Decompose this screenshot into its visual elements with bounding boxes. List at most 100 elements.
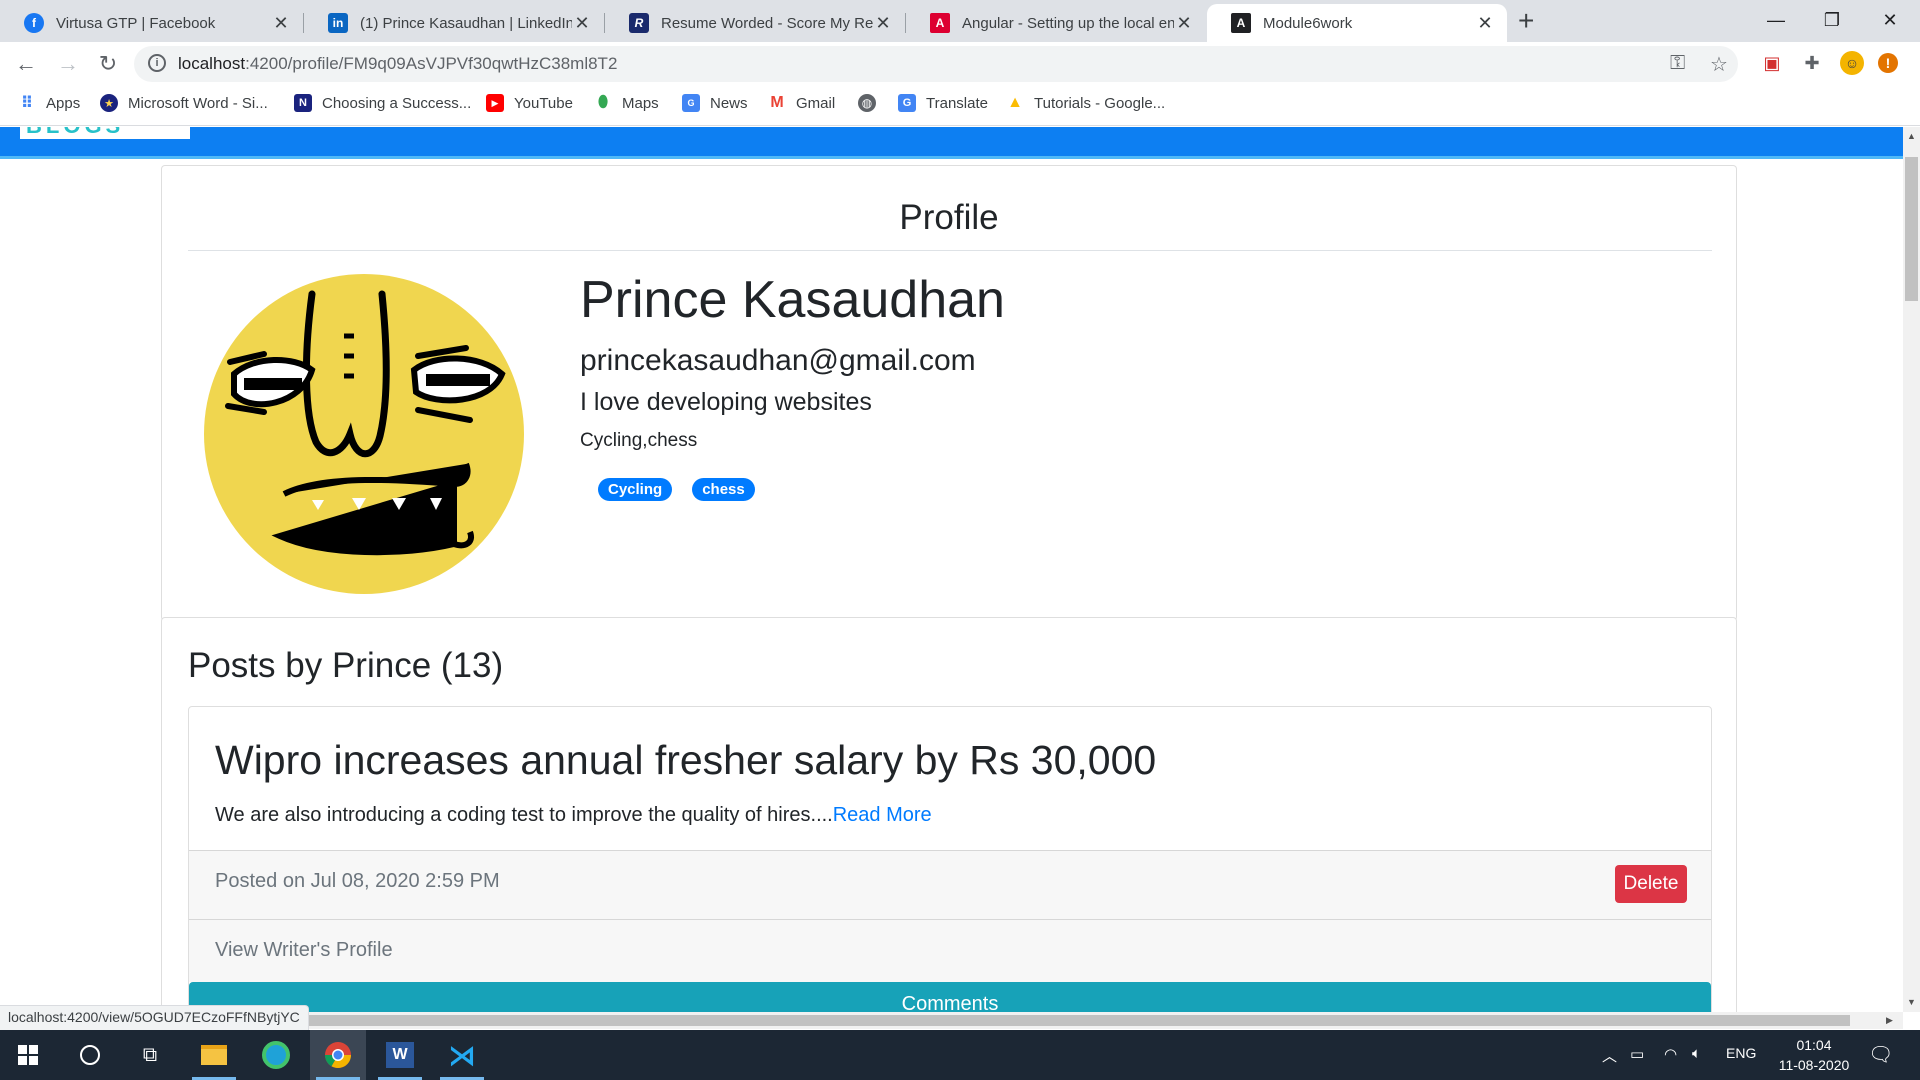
interest-tag: Cycling — [598, 478, 673, 501]
key-icon[interactable]: ⚿ — [1670, 52, 1685, 75]
pocket-extension-icon[interactable]: ▣ — [1760, 51, 1784, 75]
folder-icon — [201, 1045, 227, 1065]
task-view-button[interactable]: ⧉ — [122, 1030, 178, 1080]
site-info-icon[interactable]: i — [148, 54, 166, 72]
cortana-circle-icon — [80, 1045, 100, 1065]
maximize-button[interactable]: ❐ — [1802, 4, 1862, 36]
address-bar[interactable]: i localhost:4200/profile/FM9q09AsVJPVf30… — [134, 46, 1738, 82]
bookmark-choosing-success[interactable]: N Choosing a Success... — [294, 94, 471, 112]
battery-icon[interactable]: ▭ — [1630, 1045, 1644, 1063]
delete-button[interactable]: Delete — [1615, 865, 1687, 903]
posts-heading: Posts by Prince (13) — [188, 646, 504, 685]
angular-icon: A — [1231, 13, 1251, 33]
resume-worded-icon: R — [629, 13, 649, 33]
bookmark-gmail[interactable]: M Gmail — [768, 94, 835, 112]
tab-resume-worded[interactable]: R Resume Worded - Score My Resu ✕ — [605, 4, 905, 42]
language-indicator[interactable]: ENG — [1726, 1045, 1756, 1061]
tab-angular[interactable]: A Angular - Setting up the local en ✕ — [906, 4, 1206, 42]
new-tab-button[interactable]: + — [1518, 6, 1534, 36]
tab-title: (1) Prince Kasaudhan | LinkedIn — [360, 14, 572, 32]
vertical-scroll-thumb[interactable] — [1905, 157, 1918, 301]
post-card: Wipro increases annual fresher salary by… — [188, 706, 1712, 1012]
clock-date: 11-08-2020 — [1778, 1057, 1850, 1073]
notifications-icon[interactable]: 🗨︎ — [1868, 1042, 1893, 1067]
page-viewport: BLOGS Profile — [0, 127, 1903, 1012]
apps-grid-icon: ⠿ — [20, 95, 34, 112]
minimize-button[interactable]: — — [1746, 4, 1806, 36]
back-button[interactable]: ← — [12, 50, 40, 78]
bookmark-label: Choosing a Success... — [322, 94, 472, 112]
file-explorer-button[interactable] — [186, 1030, 242, 1080]
scroll-up-icon[interactable]: ▲ — [1907, 131, 1916, 141]
bookmark-label: Apps — [46, 94, 81, 112]
vscode-button[interactable]: ⋊ — [434, 1030, 490, 1080]
close-tab-icon[interactable]: ✕ — [1475, 13, 1495, 34]
bookmark-youtube[interactable]: ▶ YouTube — [486, 94, 573, 112]
post-excerpt: We are also introducing a coding test to… — [215, 804, 932, 827]
bookmark-site-icon: ★ — [100, 94, 118, 112]
tab-linkedin[interactable]: in (1) Prince Kasaudhan | LinkedIn ✕ — [304, 4, 604, 42]
view-writer-profile-link[interactable]: View Writer's Profile — [215, 939, 393, 962]
avatar — [204, 274, 524, 594]
edge-icon — [262, 1041, 290, 1069]
close-tab-icon[interactable]: ✕ — [271, 13, 291, 34]
writer-row: View Writer's Profile — [189, 920, 1711, 982]
update-alert-icon[interactable]: ! — [1878, 53, 1898, 73]
bookmark-star-icon[interactable]: ☆ — [1710, 52, 1728, 77]
post-excerpt-text: We are also introducing a coding test to… — [215, 804, 833, 826]
bookmark-tutorials[interactable]: ▲ Tutorials - Google... — [1006, 94, 1165, 112]
reload-button[interactable]: ↻ — [94, 50, 122, 78]
windows-logo-icon — [18, 1045, 38, 1065]
bookmark-microsoft-word[interactable]: ★ Microsoft Word - Si... — [100, 94, 268, 112]
profile-bio: I love developing websites — [580, 388, 872, 416]
forward-button[interactable]: → — [54, 50, 82, 78]
profile-name: Prince Kasaudhan — [580, 271, 1005, 329]
scroll-down-icon[interactable]: ▼ — [1907, 997, 1916, 1007]
show-hidden-icons-icon[interactable]: ︿ — [1602, 1045, 1617, 1066]
tab-module6work[interactable]: A Module6work ✕ — [1207, 4, 1507, 42]
close-tab-icon[interactable]: ✕ — [572, 13, 592, 34]
comments-button[interactable]: Comments — [189, 982, 1711, 1012]
bookmark-label: Tutorials - Google... — [1034, 94, 1166, 112]
profile-heading: Profile — [899, 198, 999, 237]
start-button[interactable] — [0, 1030, 56, 1080]
wifi-icon[interactable]: ◠ — [1664, 1045, 1677, 1063]
extensions-puzzle-icon[interactable]: ✚ — [1800, 51, 1824, 75]
app-logo[interactable]: BLOGS — [20, 127, 190, 139]
globe-icon: ◍ — [858, 94, 876, 112]
address-url[interactable]: localhost:4200/profile/FM9q09AsVJPVf30qw… — [178, 54, 617, 74]
chrome-button[interactable] — [310, 1030, 366, 1080]
word-button[interactable]: W — [372, 1030, 428, 1080]
system-clock[interactable]: 01:04 11-08-2020 — [1776, 1035, 1852, 1075]
read-more-link[interactable]: Read More — [833, 804, 932, 826]
bookmark-label: Maps — [622, 94, 659, 112]
profile-avatar-icon[interactable]: ☺ — [1840, 51, 1864, 75]
bookmark-maps[interactable]: ⬮ Maps — [594, 94, 659, 112]
bookmark-translate[interactable]: G Translate — [898, 94, 988, 112]
bookmark-globe[interactable]: ◍ — [858, 94, 886, 112]
clock-time: 01:04 — [1796, 1037, 1832, 1053]
vertical-scrollbar[interactable]: ▲ ▼ — [1903, 127, 1920, 1012]
scroll-right-icon[interactable]: ▶ — [1886, 1015, 1893, 1026]
gmail-icon: M — [770, 94, 784, 111]
volume-icon[interactable]: 🔈︎ — [1692, 1045, 1701, 1062]
browser-toolbar: ← → ↻ i localhost:4200/profile/FM9q09AsV… — [0, 42, 1920, 86]
linkedin-icon: in — [328, 13, 348, 33]
vscode-icon: ⋊ — [448, 1039, 476, 1071]
youtube-icon: ▶ — [486, 94, 504, 112]
interest-tags: Cycling chess — [598, 478, 755, 501]
bookmark-news[interactable]: G News — [682, 94, 748, 112]
google-drive-icon: ▲ — [1007, 94, 1023, 111]
close-tab-icon[interactable]: ✕ — [873, 13, 893, 34]
edge-button[interactable] — [248, 1030, 304, 1080]
search-button[interactable] — [62, 1030, 118, 1080]
tab-facebook[interactable]: f Virtusa GTP | Facebook ✕ — [0, 4, 303, 42]
interest-tag: chess — [692, 478, 755, 501]
status-bar-url: localhost:4200/view/5OGUD7ECzoFFfNBytjYC — [0, 1005, 309, 1031]
bookmark-apps[interactable]: ⠿ Apps — [18, 94, 81, 113]
close-tab-icon[interactable]: ✕ — [1174, 13, 1194, 34]
close-window-button[interactable]: ✕ — [1860, 4, 1920, 36]
post-title: Wipro increases annual fresher salary by… — [215, 737, 1157, 783]
bookmarks-bar: ⠿ Apps ★ Microsoft Word - Si... N Choosi… — [0, 86, 1920, 126]
post-footer: Posted on Jul 08, 2020 2:59 PM Delete — [189, 850, 1711, 920]
